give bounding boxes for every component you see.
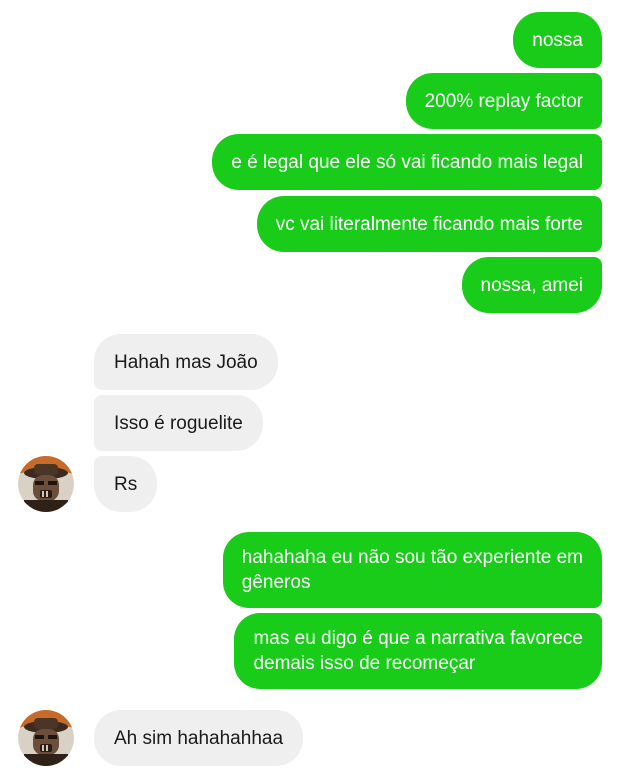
message-text-line: hahahaha eu não sou tão experiente em [241,547,583,568]
message-text: nossa, amei [480,274,583,296]
message-bubble-outgoing[interactable]: vc vai literalmente ficando mais forte [256,196,602,252]
message-bubble-outgoing[interactable]: nossa, amei [461,257,602,313]
message-text: Hahah mas João [114,351,258,373]
message-bubble-incoming[interactable]: Ah sim hahahahhaa [94,710,304,766]
message-text: e é legal que ele só vai ficando mais le… [231,151,583,173]
message-text: Isso é roguelite [114,412,243,434]
message-text: vc vai literalmente ficando mais forte [275,213,583,235]
message-bubble-outgoing[interactable]: mas eu digo é que a narrativa favorece d… [234,613,602,689]
message-bubble-incoming[interactable]: Hahah mas João [94,334,278,390]
message-bubble-outgoing[interactable]: hahahaha eu não sou tão experiente em gê… [222,532,602,608]
contact-avatar-icon[interactable] [18,710,74,766]
message-text-line: gêneros [241,572,311,593]
message-text-line: demais isso de recomeçar [253,653,476,674]
message-bubble-outgoing[interactable]: 200% replay factor [405,73,602,129]
message-text: Rs [114,473,138,495]
message-text-line: mas eu digo é que a narrativa favorece [253,628,583,649]
message-bubble-outgoing[interactable]: e é legal que ele só vai ficando mais le… [212,134,602,190]
contact-avatar-icon[interactable] [18,456,74,512]
message-bubble-incoming[interactable]: Isso é roguelite [94,395,263,451]
message-text: Ah sim hahahahhaa [114,727,284,749]
message-text: 200% replay factor [424,90,583,112]
message-bubble-outgoing[interactable]: nossa [513,12,602,68]
message-text: nossa [532,29,583,51]
message-bubble-incoming[interactable]: Rs [94,456,158,512]
